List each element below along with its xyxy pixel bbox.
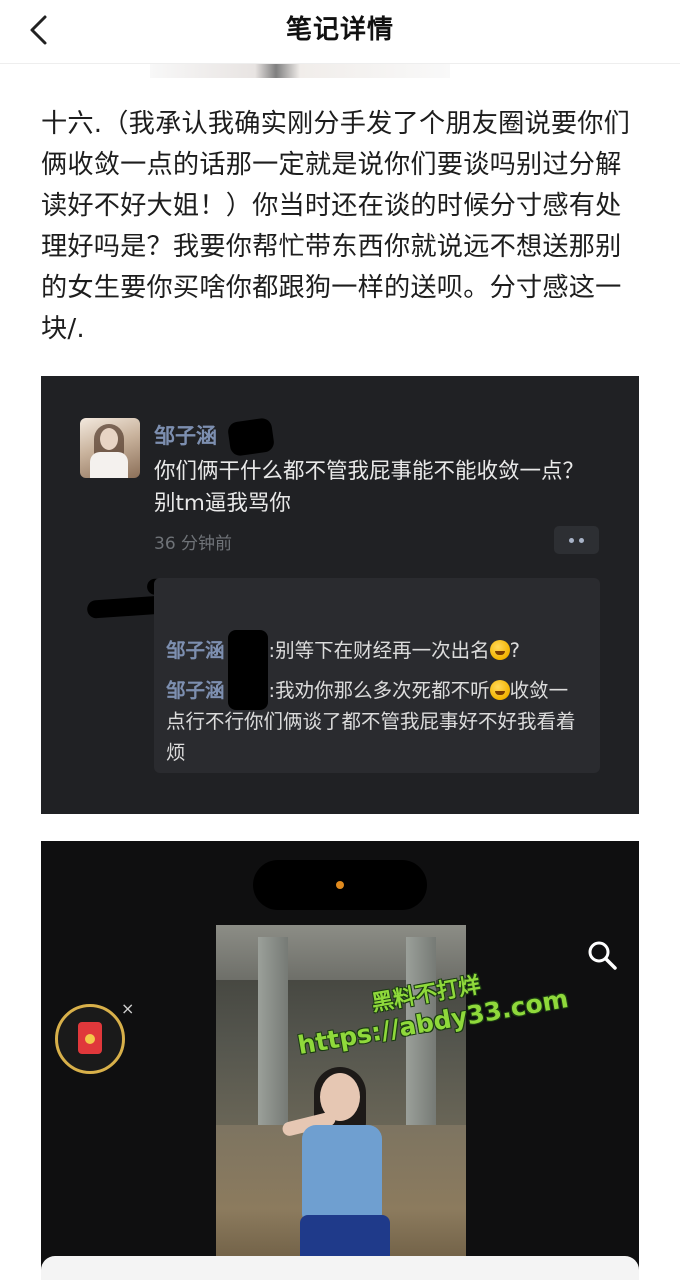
video-screenshot: × [41, 841, 639, 1280]
redaction-scribble [226, 417, 276, 457]
navigation-bar: 笔记详情 [0, 0, 680, 64]
red-packet-icon [78, 1022, 102, 1054]
red-packet-button[interactable] [55, 1004, 125, 1074]
comment-time: 36 分钟前 [154, 534, 233, 554]
more-options-button[interactable] [554, 526, 599, 554]
dynamic-island [253, 860, 427, 910]
article-text: 十六.（我承认我确实刚分手发了个朋友圈说要你们俩收敛一点的话那一定就是说你们要谈… [41, 109, 631, 344]
video-pillar [258, 937, 288, 1127]
reply-text-tail: ? [509, 639, 520, 662]
comment-username: 邹子涵 [154, 424, 217, 448]
comment-text: 你们俩干什么都不管我屁事能不能收敛一点？别tm逼我骂你 [154, 459, 585, 516]
close-icon[interactable]: × [121, 999, 134, 1018]
comment-screenshot: 邹子涵 你们俩干什么都不管我屁事能不能收敛一点？别tm逼我骂你 36 分钟前 邹… [41, 376, 639, 814]
redaction-scribble [228, 630, 268, 710]
dot-icon [569, 537, 574, 543]
camera-dot [336, 881, 344, 889]
person-shirt [302, 1125, 382, 1220]
dot-icon [579, 537, 584, 543]
reply-username: 邹子涵 [166, 639, 225, 662]
page-title: 笔记详情 [285, 15, 394, 45]
reply-username: 邹子涵 [166, 679, 225, 702]
reply-list: 邹子涵:别等下在财经再一次出名? 邹子涵:我劝你那么多次死都不听 收敛一点行不行你… [154, 578, 600, 773]
cropped-image-strip [150, 64, 450, 78]
avatar [80, 418, 140, 478]
reply-text: :别等下在财经再一次出名 [268, 639, 490, 662]
reply-text: :我劝你那么多次死都不听 [268, 679, 490, 702]
laugh-cry-emoji-icon [489, 680, 510, 700]
bottom-card-edge [41, 1256, 639, 1280]
laugh-cry-emoji-icon [489, 640, 510, 660]
